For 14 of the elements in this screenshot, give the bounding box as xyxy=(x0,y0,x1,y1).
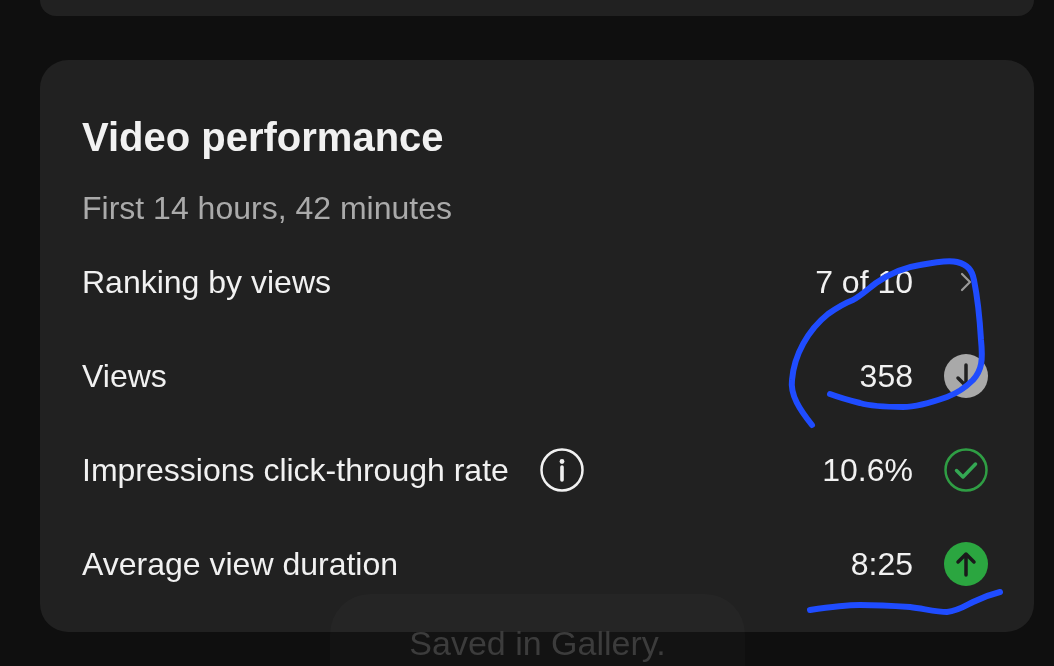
metric-label: Views xyxy=(82,357,167,396)
down-arrow-circle-icon xyxy=(944,354,988,398)
metric-label: Ranking by views xyxy=(82,263,331,302)
metric-value: 8:25 xyxy=(850,545,913,584)
chevron-right-icon[interactable] xyxy=(960,272,972,292)
info-icon[interactable] xyxy=(539,448,584,492)
check-circle-icon xyxy=(944,448,988,492)
up-arrow-circle-icon xyxy=(944,542,988,586)
card-subtitle: First 14 hours, 42 minutes xyxy=(82,189,452,228)
metric-value: 10.6% xyxy=(822,451,913,490)
metric-label: Impressions click-through rate xyxy=(82,451,509,490)
card-title: Video performance xyxy=(82,114,444,161)
metric-value: 358 xyxy=(859,357,913,396)
metric-label: Average view duration xyxy=(82,545,399,584)
